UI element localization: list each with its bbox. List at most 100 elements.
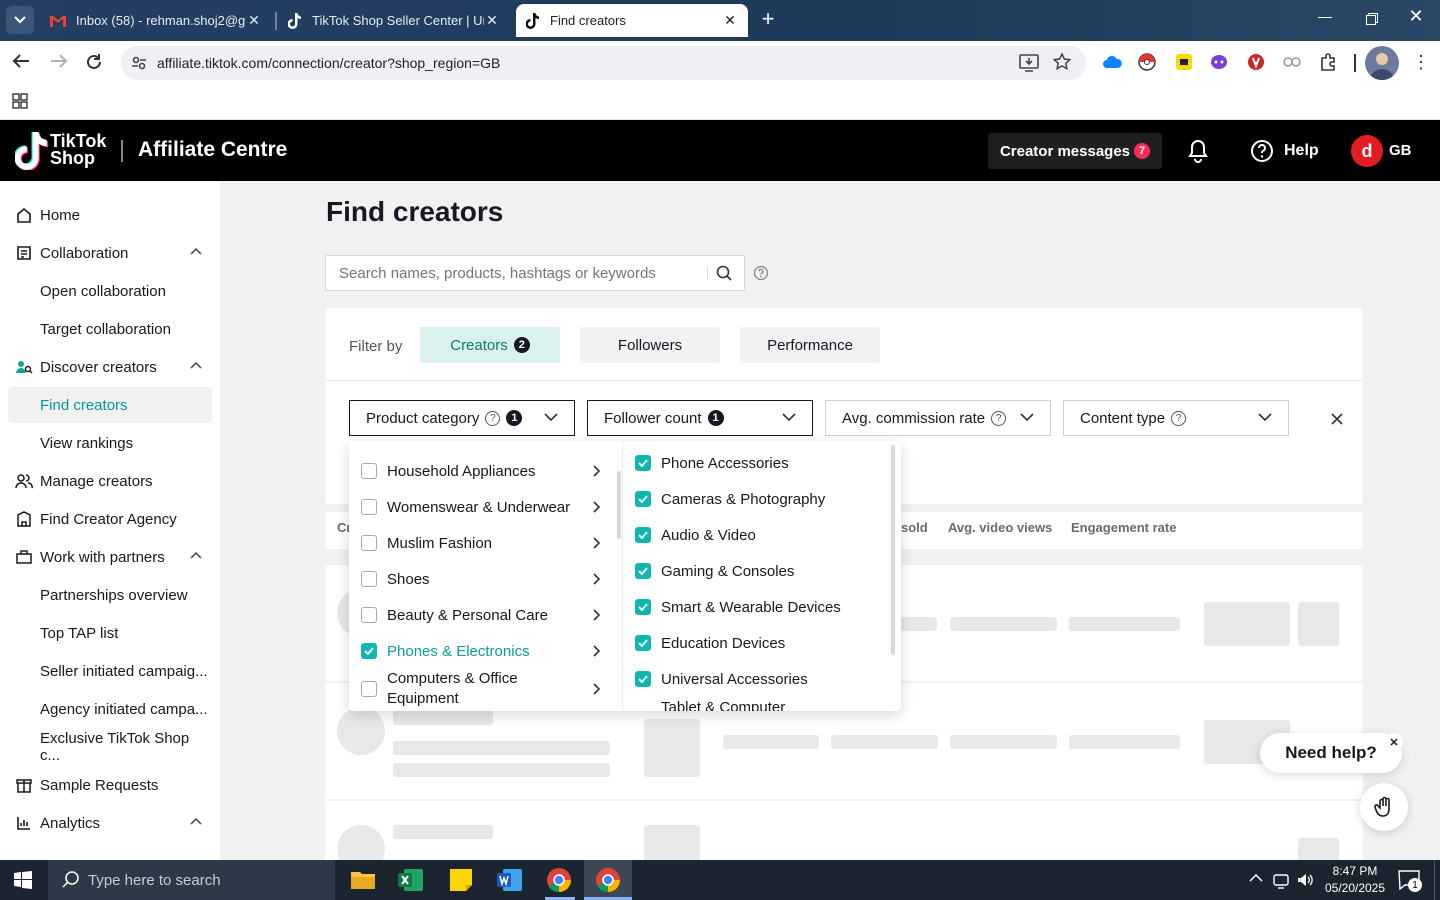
sidebar-item-target-collaboration[interactable]: Target collaboration — [8, 311, 212, 347]
tab-search-button[interactable] — [6, 6, 34, 34]
category-option[interactable]: Computers & Office Equipment — [349, 669, 621, 709]
close-help-icon[interactable]: ✕ — [1385, 733, 1403, 751]
search-icon[interactable] — [716, 265, 732, 281]
product-category-select[interactable]: Product category ? 1 — [349, 400, 575, 436]
checkbox-checked[interactable] — [635, 635, 651, 651]
red-extension-icon[interactable] — [1247, 53, 1265, 71]
commission-rate-select[interactable]: Avg. commission rate ? — [825, 400, 1051, 436]
browser-tab-gmail[interactable]: Inbox (58) - rehman.shoj2@gm ✕ — [40, 4, 272, 37]
word-icon[interactable] — [497, 868, 523, 892]
subcategory-option[interactable]: Cameras & Photography — [635, 481, 825, 517]
column-engagement[interactable]: Engagement rate — [1071, 520, 1176, 535]
sidebar-item-analytics[interactable]: Analytics — [8, 805, 212, 841]
sidebar-item-manage-creators[interactable]: Manage creators — [8, 463, 212, 499]
category-option[interactable]: Household Appliances — [349, 453, 621, 489]
help-chat-button[interactable] — [1360, 783, 1408, 831]
meet-now-icon[interactable] — [1272, 871, 1290, 889]
tiktok-shop-logo[interactable] — [15, 132, 49, 170]
subcategory-option[interactable]: Audio & Video — [635, 517, 756, 553]
checkbox[interactable] — [361, 463, 377, 479]
sidebar-item-sample-requests[interactable]: Sample Requests — [8, 767, 212, 803]
close-tab-icon[interactable]: ✕ — [484, 12, 500, 29]
tab-performance[interactable]: Performance — [740, 327, 880, 363]
tab-creators[interactable]: Creators 2 — [420, 327, 560, 363]
checkbox-checked[interactable] — [361, 643, 377, 659]
creator-messages-button[interactable]: Creator messages 7 — [988, 133, 1162, 169]
browser-menu-icon[interactable]: ⋮ — [1412, 53, 1430, 71]
chrome-icon[interactable] — [546, 867, 572, 893]
checkbox-checked[interactable] — [635, 563, 651, 579]
sidebar-item-home[interactable]: Home — [8, 197, 212, 233]
checkbox[interactable] — [361, 535, 377, 551]
bookmark-star-icon[interactable] — [1053, 53, 1071, 71]
show-desktop-button[interactable] — [1434, 860, 1440, 900]
apps-grid-icon[interactable] — [12, 93, 28, 109]
sidebar-item-top-tap-list[interactable]: Top TAP list — [8, 615, 212, 651]
checkbox-checked[interactable] — [635, 599, 651, 615]
sidebar-item-open-collaboration[interactable]: Open collaboration — [8, 273, 212, 309]
column-video-views[interactable]: Avg. video views — [948, 520, 1052, 535]
clear-filters-icon[interactable] — [1331, 413, 1343, 425]
search-input[interactable] — [326, 256, 696, 290]
category-option[interactable]: Shoes — [349, 561, 621, 597]
checkbox-checked[interactable] — [635, 671, 651, 687]
yellow-extension-icon[interactable] — [1175, 53, 1193, 71]
sidebar-item-find-creator-agency[interactable]: Find Creator Agency — [8, 501, 212, 537]
close-tab-icon[interactable]: ✕ — [246, 12, 262, 29]
profile-avatar[interactable] — [1365, 46, 1399, 80]
region-label[interactable]: GB — [1389, 142, 1412, 159]
close-tab-icon[interactable]: ✕ — [722, 12, 738, 29]
gray-extension-icon[interactable] — [1283, 55, 1301, 69]
category-option[interactable]: Beauty & Personal Care — [349, 597, 621, 633]
browser-tab-seller-center[interactable]: TikTok Shop Seller Center | Unit ✕ — [278, 4, 510, 37]
checkbox[interactable] — [361, 499, 377, 515]
category-option[interactable]: Muslim Fashion — [349, 525, 621, 561]
right-scrollbar[interactable] — [891, 445, 895, 655]
sidebar-item-find-creators[interactable]: Find creators — [8, 387, 212, 423]
minimize-button[interactable]: — — [1305, 8, 1345, 32]
extensions-puzzle-icon[interactable] — [1319, 53, 1337, 71]
sidebar-item-exclusive[interactable]: Exclusive TikTok Shop c... — [8, 729, 212, 765]
checkbox[interactable] — [361, 571, 377, 587]
subcategory-option-partial[interactable]: Tablet & Computer — [661, 689, 785, 712]
volume-icon[interactable] — [1296, 871, 1314, 889]
need-help-bubble[interactable]: Need help? — [1260, 733, 1402, 773]
sidebar-item-collaboration[interactable]: Collaboration — [8, 235, 212, 271]
site-info-icon[interactable] — [131, 55, 147, 71]
sidebar-item-seller-initiated[interactable]: Seller initiated campaig... — [8, 653, 212, 689]
subcategory-option[interactable]: Smart & Wearable Devices — [635, 589, 841, 625]
close-window-button[interactable]: ✕ — [1398, 6, 1434, 34]
checkbox-checked[interactable] — [635, 527, 651, 543]
checkbox-checked[interactable] — [635, 491, 651, 507]
shop-avatar[interactable]: d — [1351, 135, 1383, 167]
subcategory-option[interactable]: Education Devices — [635, 625, 785, 661]
category-option-selected[interactable]: Phones & Electronics — [349, 633, 621, 669]
sidebar-item-work-with-partners[interactable]: Work with partners — [8, 539, 212, 575]
tray-chevron-up-icon[interactable] — [1249, 873, 1263, 883]
sidebar-item-view-rankings[interactable]: View rankings — [8, 425, 212, 461]
sidebar-item-discover-creators[interactable]: Discover creators — [8, 349, 212, 385]
new-tab-button[interactable]: + — [755, 6, 781, 32]
help-button[interactable]: Help — [1250, 139, 1319, 163]
subcategory-option[interactable]: Phone Accessories — [635, 445, 789, 481]
chrome-active-icon[interactable] — [584, 860, 632, 900]
content-type-select[interactable]: Content type ? — [1063, 400, 1289, 436]
file-explorer-icon[interactable] — [350, 868, 376, 890]
reload-button[interactable] — [85, 53, 103, 71]
excel-icon[interactable] — [398, 868, 424, 892]
browser-tab-find-creators[interactable]: Find creators ✕ — [516, 4, 748, 37]
purple-extension-icon[interactable] — [1210, 54, 1228, 70]
back-button[interactable] — [12, 53, 30, 69]
cloud-extension-icon[interactable] — [1102, 54, 1122, 70]
notifications-bell-icon[interactable] — [1187, 139, 1209, 163]
pokeball-extension-icon[interactable] — [1138, 53, 1156, 71]
checkbox-checked[interactable] — [635, 455, 651, 471]
column-sold[interactable]: sold — [901, 520, 928, 535]
taskbar-search[interactable]: Type here to search — [48, 860, 335, 900]
tab-followers[interactable]: Followers — [580, 327, 720, 363]
sidebar-item-agency-initiated[interactable]: Agency initiated campa... — [8, 691, 212, 727]
windows-start-icon[interactable] — [14, 871, 32, 889]
follower-count-select[interactable]: Follower count 1 — [587, 400, 813, 436]
address-bar[interactable]: affiliate.tiktok.com/connection/creator?… — [121, 46, 1086, 80]
sidebar-item-partnerships-overview[interactable]: Partnerships overview — [8, 577, 212, 613]
